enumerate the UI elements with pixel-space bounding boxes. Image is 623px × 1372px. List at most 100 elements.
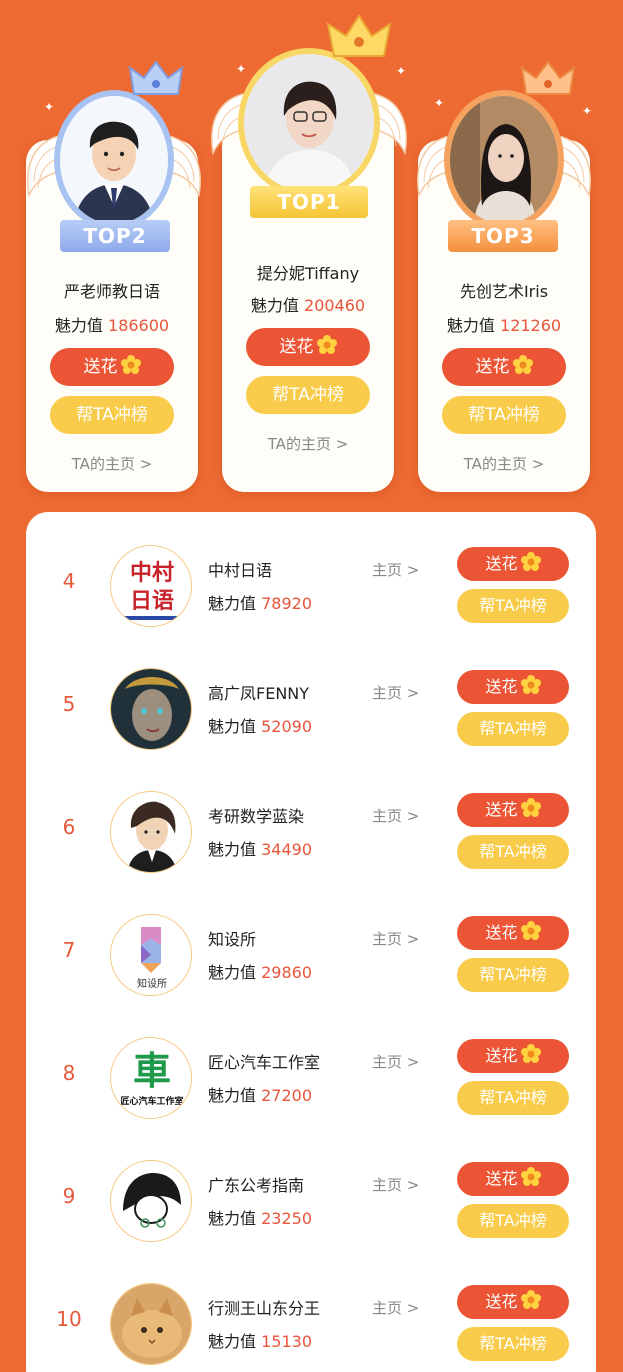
boost-rank-button[interactable]: 帮TA冲榜 bbox=[457, 1204, 569, 1238]
home-link[interactable]: 主页 > bbox=[372, 682, 419, 703]
charm-value: 15130 bbox=[261, 1332, 313, 1351]
top1-avatar[interactable] bbox=[238, 48, 380, 198]
row-charm: 魅力值 52090 bbox=[208, 717, 313, 736]
avatar[interactable] bbox=[110, 1160, 192, 1242]
svg-text:日语: 日语 bbox=[130, 589, 174, 614]
rank-number: 8 bbox=[62, 1061, 76, 1085]
crown-icon bbox=[520, 60, 576, 95]
top3-charm: 魅力值 121260 bbox=[446, 316, 562, 335]
boost-rank-button[interactable]: 帮TA冲榜 bbox=[457, 835, 569, 869]
send-flower-button[interactable]: 送花 bbox=[457, 670, 569, 704]
top1-charm-value: 200460 bbox=[304, 296, 366, 315]
top3-avatar-frame bbox=[434, 90, 574, 230]
charm-value: 34490 bbox=[261, 840, 313, 859]
send-flower-button[interactable]: 送花 bbox=[457, 793, 569, 827]
flower-icon bbox=[317, 335, 337, 355]
rank-number: 4 bbox=[62, 569, 76, 593]
charm-value: 27200 bbox=[261, 1086, 313, 1105]
top1-boost-rank-button[interactable]: 帮TA冲榜 bbox=[246, 376, 370, 414]
list-item: 4 中村 日语 中村日语 魅力值 78920 主页 > 送花 帮TA冲榜 bbox=[26, 535, 596, 635]
flower-icon bbox=[521, 552, 541, 572]
top1-name: 提分妮Tiffany bbox=[256, 264, 360, 283]
top2-name: 严老师教日语 bbox=[63, 282, 160, 301]
boost-rank-button[interactable]: 帮TA冲榜 bbox=[457, 958, 569, 992]
crown-icon bbox=[326, 14, 392, 57]
charm-value: 52090 bbox=[261, 717, 313, 736]
top1-home-link[interactable]: TA的主页 > bbox=[222, 433, 394, 454]
top2-charm-value: 186600 bbox=[108, 316, 170, 335]
svg-text:中村: 中村 bbox=[130, 561, 174, 586]
sparkle-icon: ✦ bbox=[582, 104, 593, 118]
svg-text:知设所: 知设所 bbox=[137, 977, 167, 990]
row-charm: 魅力值 78920 bbox=[208, 594, 313, 613]
top3-send-flower-button[interactable]: 送花 bbox=[442, 348, 566, 386]
top3-ribbon: TOP3 bbox=[448, 220, 558, 252]
list-item: 6 考研数学蓝染 魅力值 34490 主页 > 送花 帮TA冲榜 bbox=[26, 781, 596, 881]
row-name: 中村日语 bbox=[208, 561, 273, 580]
top1-send-flower-button[interactable]: 送花 bbox=[246, 328, 370, 366]
sparkle-icon: ✦ bbox=[236, 62, 247, 76]
flower-icon bbox=[521, 1044, 541, 1064]
rank-number: 6 bbox=[62, 815, 76, 839]
row-charm: 魅力值 23250 bbox=[208, 1209, 313, 1228]
sparkle-icon: ✦ bbox=[434, 96, 445, 110]
boost-rank-button[interactable]: 帮TA冲榜 bbox=[457, 712, 569, 746]
top2-charm: 魅力值 186600 bbox=[54, 316, 170, 335]
flower-icon bbox=[521, 921, 541, 941]
top3-charm-value: 121260 bbox=[500, 316, 562, 335]
flower-icon bbox=[521, 675, 541, 695]
home-link[interactable]: 主页 > bbox=[372, 559, 419, 580]
flower-icon bbox=[521, 1290, 541, 1310]
top3-avatar[interactable] bbox=[444, 90, 564, 230]
row-charm: 魅力值 34490 bbox=[208, 840, 313, 859]
list-item: 7 知设所 知设所 魅力值 29860 主页 > 送花 帮TA冲榜 bbox=[26, 904, 596, 1004]
send-flower-button[interactable]: 送花 bbox=[457, 916, 569, 950]
flower-icon bbox=[521, 798, 541, 818]
top3-podium: 严老师教日语 魅力值 186600 送花 帮TA冲榜 TA的主页 > 提分妮Ti… bbox=[0, 0, 623, 500]
flower-icon bbox=[521, 1167, 541, 1187]
list-item: 9 广东公考指南 魅力值 23250 主页 > 送花 帮TA冲榜 bbox=[26, 1150, 596, 1250]
top3-name: 先创艺术Iris bbox=[459, 282, 549, 301]
home-link[interactable]: 主页 > bbox=[372, 928, 419, 949]
svg-text:車: 車 bbox=[133, 1049, 171, 1093]
send-flower-button[interactable]: 送花 bbox=[457, 1039, 569, 1073]
home-link[interactable]: 主页 > bbox=[372, 1297, 419, 1318]
rank-number: 10 bbox=[56, 1307, 82, 1331]
boost-rank-button[interactable]: 帮TA冲榜 bbox=[457, 1327, 569, 1361]
row-charm: 魅力值 15130 bbox=[208, 1332, 313, 1351]
avatar[interactable]: 中村 日语 bbox=[110, 545, 192, 627]
list-item: 5 高广凤FENNY 魅力值 52090 主页 > 送花 帮TA冲榜 bbox=[26, 658, 596, 758]
row-name: 考研数学蓝染 bbox=[208, 807, 305, 826]
top2-avatar-frame bbox=[44, 90, 184, 230]
avatar[interactable]: 知设所 bbox=[110, 914, 192, 996]
top2-avatar[interactable] bbox=[54, 90, 174, 230]
boost-rank-button[interactable]: 帮TA冲榜 bbox=[457, 589, 569, 623]
avatar[interactable] bbox=[110, 791, 192, 873]
row-charm: 魅力值 29860 bbox=[208, 963, 313, 982]
row-name: 知设所 bbox=[208, 930, 257, 949]
charm-value: 29860 bbox=[261, 963, 313, 982]
row-name: 高广凤FENNY bbox=[208, 684, 310, 703]
avatar[interactable] bbox=[110, 1283, 192, 1365]
avatar[interactable] bbox=[110, 668, 192, 750]
send-flower-button[interactable]: 送花 bbox=[457, 1285, 569, 1319]
top1-charm: 魅力值 200460 bbox=[250, 296, 366, 315]
top2-send-flower-button[interactable]: 送花 bbox=[50, 348, 174, 386]
top2-ribbon: TOP2 bbox=[60, 220, 170, 252]
list-item: 8 車 匠心汽车工作室 匠心汽车工作室 魅力值 27200 主页 > 送花 帮T… bbox=[26, 1027, 596, 1127]
top2-boost-rank-button[interactable]: 帮TA冲榜 bbox=[50, 396, 174, 434]
top2-home-link[interactable]: TA的主页 > bbox=[26, 453, 198, 474]
home-link[interactable]: 主页 > bbox=[372, 1051, 419, 1072]
home-link[interactable]: 主页 > bbox=[372, 1174, 419, 1195]
home-link[interactable]: 主页 > bbox=[372, 805, 419, 826]
charm-value: 23250 bbox=[261, 1209, 313, 1228]
rank-number: 5 bbox=[62, 692, 76, 716]
send-flower-button[interactable]: 送花 bbox=[457, 1162, 569, 1196]
avatar[interactable]: 車 匠心汽车工作室 bbox=[110, 1037, 192, 1119]
top3-boost-rank-button[interactable]: 帮TA冲榜 bbox=[442, 396, 566, 434]
ranking-list: 4 中村 日语 中村日语 魅力值 78920 主页 > 送花 帮TA冲榜 5 高… bbox=[26, 512, 596, 1372]
send-flower-button[interactable]: 送花 bbox=[457, 547, 569, 581]
boost-rank-button[interactable]: 帮TA冲榜 bbox=[457, 1081, 569, 1115]
crown-icon bbox=[128, 60, 184, 95]
top3-home-link[interactable]: TA的主页 > bbox=[418, 453, 590, 474]
